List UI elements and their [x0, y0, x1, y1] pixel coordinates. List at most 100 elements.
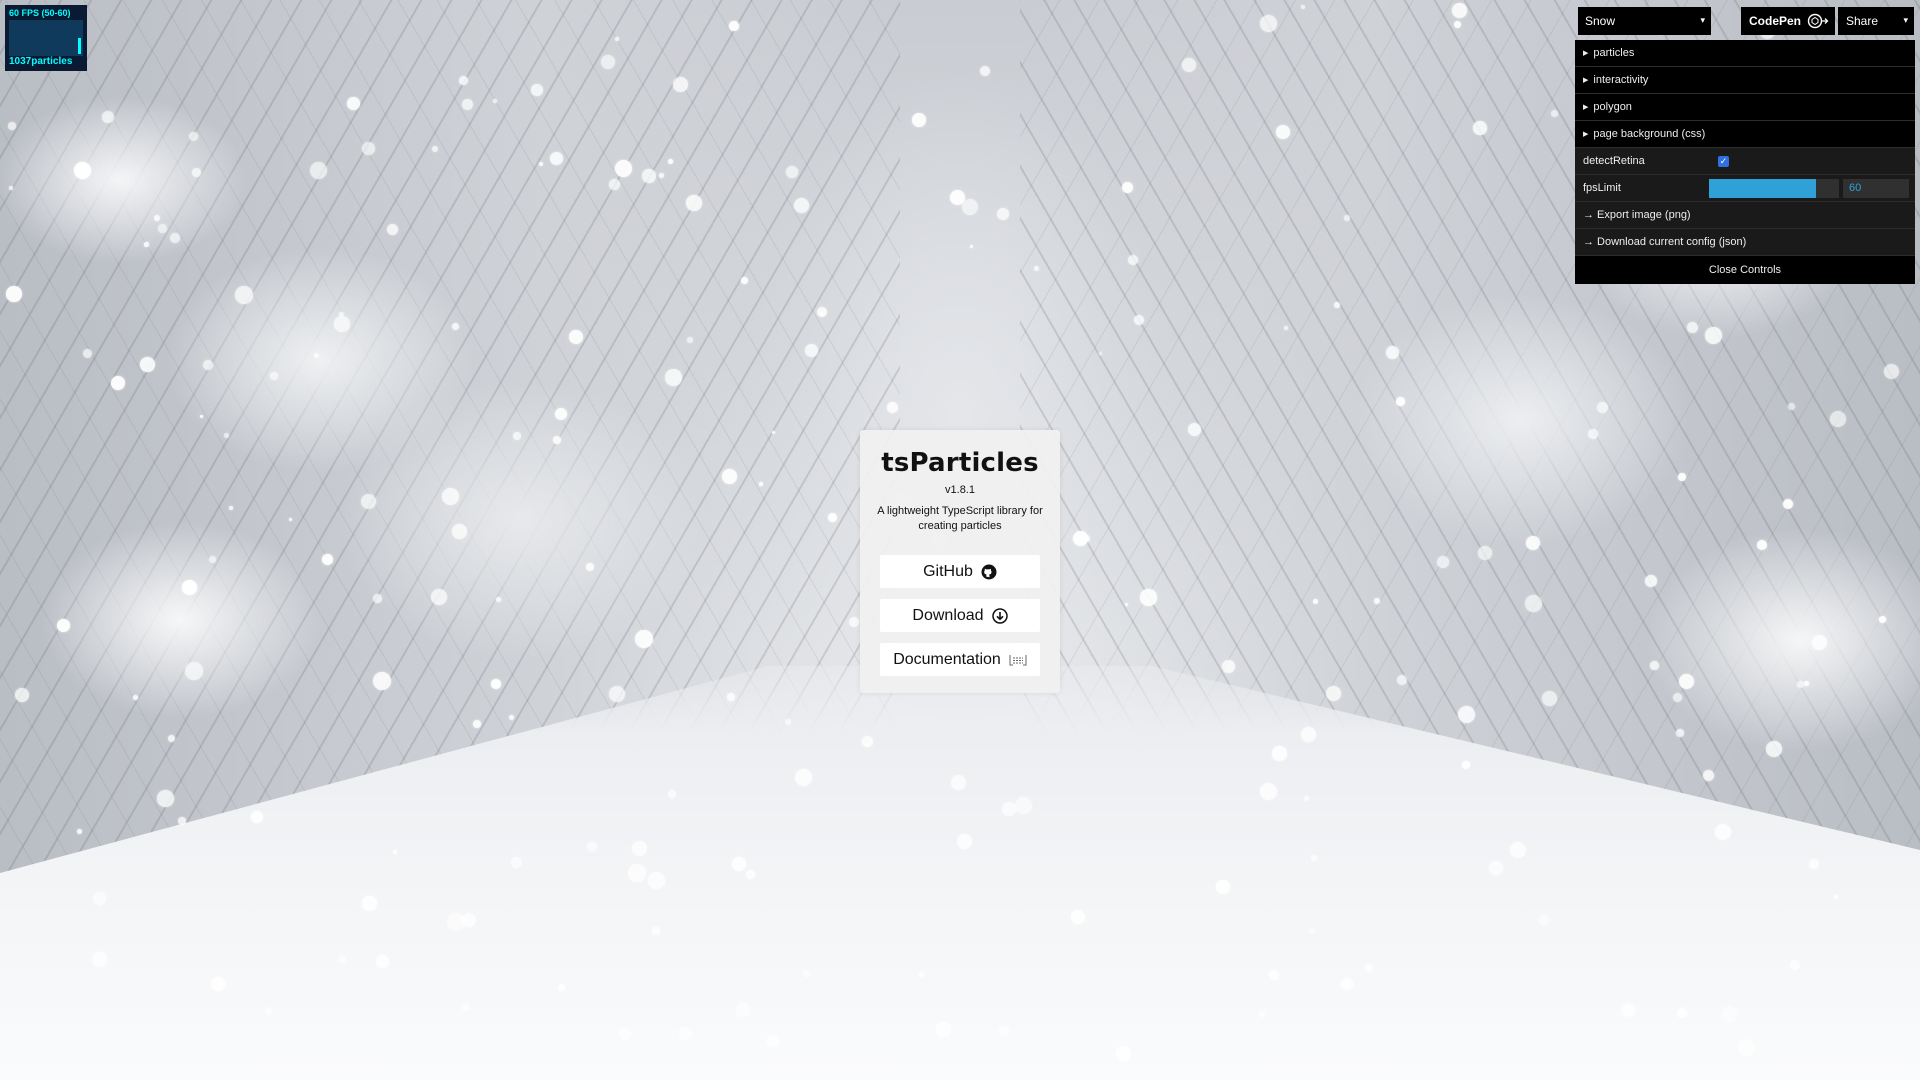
snowflake [334, 316, 350, 332]
snowflake [265, 1008, 272, 1015]
fps-limit-label: fpsLimit [1583, 182, 1621, 194]
snowflake [1116, 1046, 1131, 1061]
snowflake [1539, 915, 1549, 925]
preset-select[interactable]: Snow ▾ [1578, 7, 1711, 35]
triangle-right-icon: ▶ [1583, 77, 1589, 84]
snowflake [462, 99, 473, 110]
codepen-icon [1807, 13, 1829, 29]
snowflake [92, 952, 107, 967]
snowflake [1551, 110, 1558, 117]
snowflake [722, 469, 737, 484]
snowflake [531, 84, 543, 96]
close-controls-button[interactable]: Close Controls [1575, 256, 1915, 284]
snowflake [785, 719, 791, 725]
snowflake [1344, 215, 1350, 221]
download-icon [991, 607, 1008, 624]
download-config-button[interactable]: → Download current config (json) [1575, 229, 1915, 256]
caret-down-icon: ▾ [1903, 15, 1908, 25]
snowflake [1722, 1007, 1737, 1022]
snowflake [1678, 473, 1686, 481]
fps-limit-slider[interactable] [1709, 179, 1839, 198]
snowflake [729, 21, 739, 31]
snowflake [951, 775, 966, 790]
snowflake [192, 168, 201, 177]
snowflake [1311, 855, 1317, 861]
snowflake [361, 494, 376, 509]
snowflake [786, 166, 798, 178]
folder-label: interactivity [1593, 74, 1649, 86]
folder-label: particles [1593, 47, 1635, 59]
triangle-right-icon: ▶ [1583, 131, 1589, 138]
snowflake [1588, 429, 1598, 439]
download-config-label: → Download current config (json) [1583, 236, 1747, 248]
snowflake [393, 850, 397, 854]
github-button[interactable]: GitHub [880, 555, 1040, 588]
snowflake [339, 312, 344, 317]
controls-panel: ▶ particles ▶ interactivity ▶ polygon ▶ … [1575, 40, 1915, 284]
export-image-button[interactable]: → Export image (png) [1575, 202, 1915, 229]
snowflake [962, 199, 979, 216]
snowflake [997, 208, 1009, 220]
snowflake [912, 113, 927, 128]
card-version: v1.8.1 [945, 484, 975, 496]
snowflake [452, 524, 467, 539]
fps-meter: 60 FPS (50-60) 1037particles [5, 5, 87, 71]
snowflake [1834, 895, 1838, 899]
snowflake [493, 99, 497, 103]
snowflake [687, 337, 693, 343]
snowflake [665, 369, 682, 386]
share-button[interactable]: Share ▾ [1838, 7, 1914, 35]
documentation-button-label: Documentation [893, 650, 1001, 668]
snowflake [668, 159, 673, 164]
snowflake [550, 152, 563, 165]
detect-retina-checkbox[interactable]: ✓ [1718, 155, 1729, 167]
folder-page-background[interactable]: ▶ page background (css) [1575, 121, 1915, 148]
snowflake [1809, 859, 1819, 869]
detect-retina-label: detectRetina [1583, 155, 1645, 167]
snowflake [1788, 403, 1795, 410]
fps-graph [9, 20, 83, 56]
particle-count: 1037particles [9, 56, 73, 67]
download-button[interactable]: Download [880, 599, 1040, 632]
caret-down-icon: ▾ [1700, 15, 1705, 25]
snowflake [140, 357, 155, 372]
snowflake [270, 372, 278, 380]
snowflake [1396, 397, 1405, 406]
snowflake [1812, 635, 1827, 650]
snowflake [1797, 681, 1804, 688]
preset-select-value: Snow [1585, 14, 1616, 28]
snowflake [615, 37, 619, 41]
snowflake [6, 286, 22, 302]
snowflake [511, 857, 522, 868]
snowflake [1458, 706, 1475, 723]
snowflake [347, 97, 360, 110]
folder-label: polygon [1593, 101, 1632, 113]
snowflake [820, 312, 824, 316]
snowflake [447, 913, 465, 931]
snowflake [1650, 661, 1659, 670]
fps-limit-input[interactable]: 60 [1843, 179, 1909, 198]
snowflake [673, 77, 688, 92]
snowflake [1473, 121, 1487, 135]
triangle-right-icon: ▶ [1583, 104, 1589, 111]
folder-interactivity[interactable]: ▶ interactivity [1575, 67, 1915, 94]
snowflake [229, 506, 233, 510]
snowflake [615, 160, 632, 177]
snowflake [170, 233, 180, 243]
snowflake [1071, 910, 1085, 924]
snowflake [496, 597, 501, 602]
snowflake [555, 408, 567, 420]
snowflake [1313, 599, 1319, 605]
share-button-label: Share [1846, 14, 1879, 28]
codepen-button[interactable]: CodePen [1741, 7, 1835, 35]
snowflake [15, 688, 29, 702]
documentation-button[interactable]: Documentation [880, 643, 1040, 676]
fps-limit-slider-fill [1709, 179, 1816, 198]
snowflake [182, 580, 197, 595]
snowflake [431, 589, 447, 605]
card-description: A lightweight TypeScript library for cre… [877, 505, 1043, 532]
folder-particles[interactable]: ▶ particles [1575, 40, 1915, 67]
snowflake [1140, 589, 1157, 606]
folder-polygon[interactable]: ▶ polygon [1575, 94, 1915, 121]
snowflake [1489, 861, 1503, 875]
